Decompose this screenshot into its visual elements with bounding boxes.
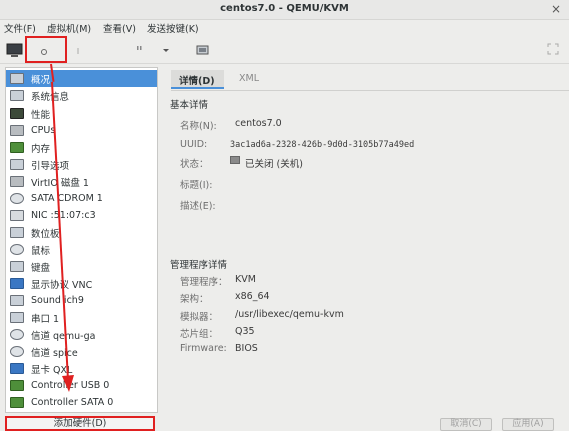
separator-icon — [77, 48, 79, 54]
controller-icon — [10, 397, 24, 408]
performance-icon — [10, 108, 24, 119]
sidebar-item-channel-spice[interactable]: 信道 spice — [6, 343, 157, 360]
snapshot-icon[interactable] — [195, 40, 211, 60]
sidebar-item-overview[interactable]: 概况 — [6, 70, 157, 87]
tab-divider — [171, 90, 569, 91]
name-label: 名称(N): — [180, 121, 217, 132]
keyboard-icon — [10, 261, 24, 272]
sound-icon — [10, 295, 24, 306]
sidebar-item-memory[interactable]: 内存 — [6, 139, 157, 156]
close-icon[interactable]: × — [551, 2, 561, 16]
sidebar-item-controller-usb[interactable]: Controller USB 0 — [6, 377, 157, 394]
sidebar-item-sysinfo[interactable]: 系统信息 — [6, 87, 157, 104]
tab-xml[interactable]: XML — [231, 70, 267, 89]
mouse-icon — [10, 244, 24, 255]
sidebar-item-controller-sata[interactable]: Controller SATA 0 — [6, 394, 157, 411]
chipset-label: 芯片组： — [180, 329, 219, 340]
tablet-icon — [10, 227, 24, 238]
serial-icon — [10, 312, 24, 323]
disk-icon — [10, 176, 24, 187]
hypervisor-value: KVM — [235, 274, 256, 285]
firmware-label: Firmware: — [180, 343, 227, 354]
menu-send-key[interactable]: 发送按键(K) — [147, 21, 199, 35]
pause-icon[interactable] — [135, 40, 145, 60]
display-icon — [10, 278, 24, 289]
basic-details-title: 基本详情 — [170, 100, 209, 111]
chipset-value: Q35 — [235, 326, 255, 337]
sidebar-item-virtio-disk[interactable]: VirtIO 磁盘 1 — [6, 173, 157, 190]
hypervisor-label: 管理程序： — [180, 277, 228, 288]
overview-icon — [10, 73, 24, 84]
sidebar-item-mouse[interactable]: 鼠标 — [6, 241, 157, 258]
status-value: 已关闭 (关机) — [245, 159, 303, 170]
uuid-label: UUID: — [180, 139, 208, 150]
emulator-value: /usr/libexec/qemu-kvm — [235, 309, 344, 320]
annotation-arrow — [51, 81, 74, 392]
menu-view[interactable]: 查看(V) — [103, 21, 136, 35]
hardware-list[interactable]: 概况 系统信息 性能 CPUs 内存 引导选项 VirtIO 磁盘 1 SATA… — [5, 67, 158, 413]
status-label: 状态： — [180, 159, 209, 170]
controller-icon — [10, 380, 24, 391]
status-off-icon — [230, 156, 240, 164]
console-icon[interactable] — [6, 40, 24, 60]
architecture-value: x86_64 — [235, 291, 270, 302]
boot-icon — [10, 159, 24, 170]
channel-icon — [10, 329, 24, 340]
video-icon — [10, 363, 24, 374]
sidebar-item-boot[interactable]: 引导选项 — [6, 156, 157, 173]
sidebar-item-display-vnc[interactable]: 显示协议 VNC — [6, 275, 157, 292]
firmware-value: BIOS — [235, 343, 258, 354]
sidebar-item-video-qxl[interactable]: 显卡 QXL — [6, 360, 157, 377]
menu-vm[interactable]: 虚拟机(M) — [47, 21, 91, 35]
virt-manager-window: { "window": { "title": "centos7.0 - QEMU… — [0, 0, 569, 431]
toolbar — [0, 36, 569, 64]
cdrom-icon — [10, 193, 24, 204]
window-title: centos7.0 - QEMU/KVM — [220, 3, 349, 14]
cancel-button[interactable]: 取消(C) — [440, 418, 492, 431]
sidebar-item-sound[interactable]: Sound ich9 — [6, 292, 157, 309]
hypervisor-details-title: 管理程序详情 — [170, 260, 228, 271]
menu-file[interactable]: 文件(F) — [4, 21, 36, 35]
tab-details[interactable]: 详情(D) — [171, 70, 224, 89]
sidebar-item-sata-cdrom[interactable]: SATA CDROM 1 — [6, 190, 157, 207]
add-hardware-button[interactable]: 添加硬件(D) — [5, 416, 155, 431]
menu-bar: 文件(F) 虚拟机(M) 查看(V) 发送按键(K) — [0, 20, 569, 36]
emulator-label: 模拟器： — [180, 312, 219, 323]
chevron-down-icon[interactable] — [161, 40, 171, 60]
description-label: 描述(E): — [180, 201, 216, 212]
sidebar-item-cpus[interactable]: CPUs — [6, 122, 157, 139]
sidebar-item-keyboard[interactable]: 键盘 — [6, 258, 157, 275]
channel-icon — [10, 346, 24, 357]
name-field[interactable]: centos7.0 — [235, 118, 282, 129]
cpu-icon — [10, 125, 24, 136]
uuid-value: 3ac1ad6a-2328-426b-9d0d-3105b77a49ed — [230, 140, 415, 150]
apply-button[interactable]: 应用(A) — [502, 418, 554, 431]
nic-icon — [10, 210, 24, 221]
sidebar-item-performance[interactable]: 性能 — [6, 105, 157, 122]
sidebar-item-serial[interactable]: 串口 1 — [6, 309, 157, 326]
sidebar-item-nic[interactable]: NIC :51:07:c3 — [6, 207, 157, 224]
details-icon[interactable] — [38, 40, 52, 60]
memory-icon — [10, 142, 24, 153]
fullscreen-icon[interactable] — [545, 40, 561, 60]
sidebar-item-tablet[interactable]: 数位板 — [6, 224, 157, 241]
title-bar: centos7.0 - QEMU/KVM × — [0, 0, 569, 20]
architecture-label: 架构： — [180, 294, 209, 305]
sysinfo-icon — [10, 90, 24, 101]
sidebar-item-channel-qemu-ga[interactable]: 信道 qemu-ga — [6, 326, 157, 343]
title-label: 标题(I): — [180, 180, 213, 191]
